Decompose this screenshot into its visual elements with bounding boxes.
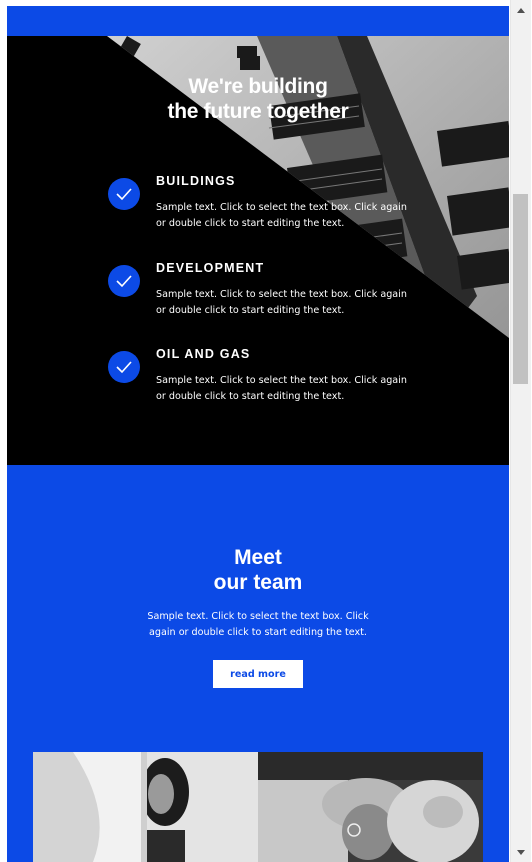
read-more-button[interactable]: read more: [213, 660, 303, 688]
feature-title: DEVELOPMENT: [156, 261, 265, 275]
hero-heading-line2: the future together: [167, 100, 349, 123]
scrollbar-thumb[interactable]: [513, 194, 528, 384]
feature-title: OIL AND GAS: [156, 347, 251, 361]
team-heading-line1: Meet: [234, 546, 282, 569]
vertical-scrollbar[interactable]: [510, 0, 531, 862]
team-heading-line2: our team: [213, 571, 303, 594]
feature-text: Sample text. Click to select the text bo…: [156, 202, 407, 229]
check-icon: [108, 351, 140, 383]
check-icon: [108, 178, 140, 210]
team-description: Sample text. Click to select the text bo…: [147, 611, 369, 638]
feature-text: Sample text. Click to select the text bo…: [156, 289, 407, 316]
feature-title: BUILDINGS: [156, 174, 236, 188]
hero-heading: We're building the future together: [7, 74, 509, 124]
feature-text: Sample text. Click to select the text bo…: [156, 375, 407, 402]
team-member-photo: [258, 752, 483, 862]
hero-heading-line1: We're building: [188, 75, 328, 98]
scroll-down-arrow-icon[interactable]: [511, 844, 531, 860]
team-member-photo: [33, 752, 258, 862]
check-icon: [108, 265, 140, 297]
top-blue-strip: [7, 6, 509, 36]
team-section: Meet our team Sample text. Click to sele…: [7, 465, 509, 862]
page: We're building the future together BUILD…: [7, 6, 509, 862]
team-heading: Meet our team: [7, 545, 509, 595]
hero-section: We're building the future together BUILD…: [7, 36, 509, 465]
scroll-up-arrow-icon[interactable]: [511, 2, 531, 18]
